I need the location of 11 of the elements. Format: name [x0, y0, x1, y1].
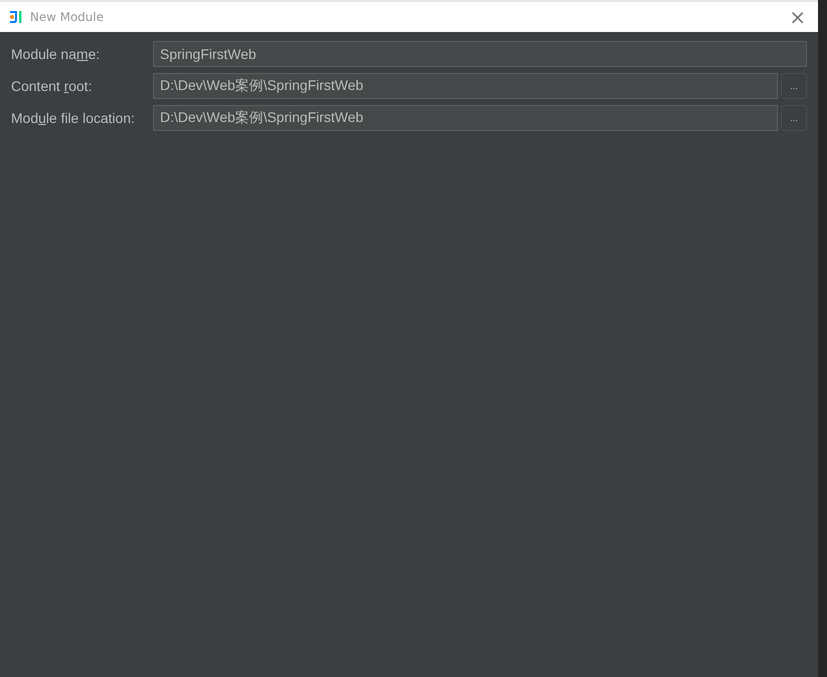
field-label: Content root: — [11, 78, 93, 94]
input-field[interactable]: D:\Dev\Web案例\SpringFirstWeb — [153, 73, 778, 99]
window-title: New Module — [30, 10, 105, 24]
input-field[interactable]: D:\Dev\Web案例\SpringFirstWeb — [153, 105, 778, 131]
close-button[interactable]: × — [785, 7, 810, 27]
browse-button[interactable]: ... — [781, 73, 807, 99]
input-field[interactable]: SpringFirstWeb — [153, 41, 807, 67]
field-label: Module file location: — [11, 110, 136, 126]
app-logo-icon — [8, 9, 24, 25]
browse-button[interactable]: ... — [781, 105, 807, 131]
field-label: Module name: — [11, 46, 101, 62]
